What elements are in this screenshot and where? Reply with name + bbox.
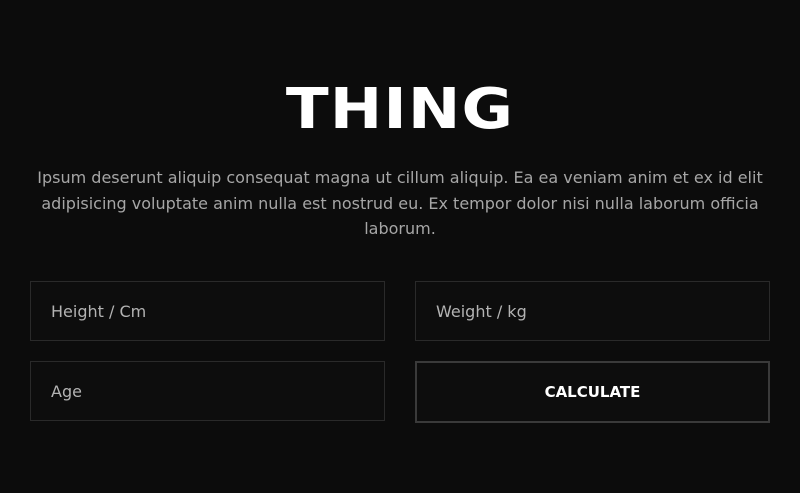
age-input[interactable]: [30, 361, 385, 421]
weight-input[interactable]: [415, 281, 770, 341]
page-description: Ipsum deserunt aliquip consequat magna u…: [37, 168, 763, 238]
calculate-button[interactable]: CALCULATE: [415, 361, 770, 423]
height-input[interactable]: [30, 281, 385, 341]
page-title: THING: [285, 77, 515, 142]
